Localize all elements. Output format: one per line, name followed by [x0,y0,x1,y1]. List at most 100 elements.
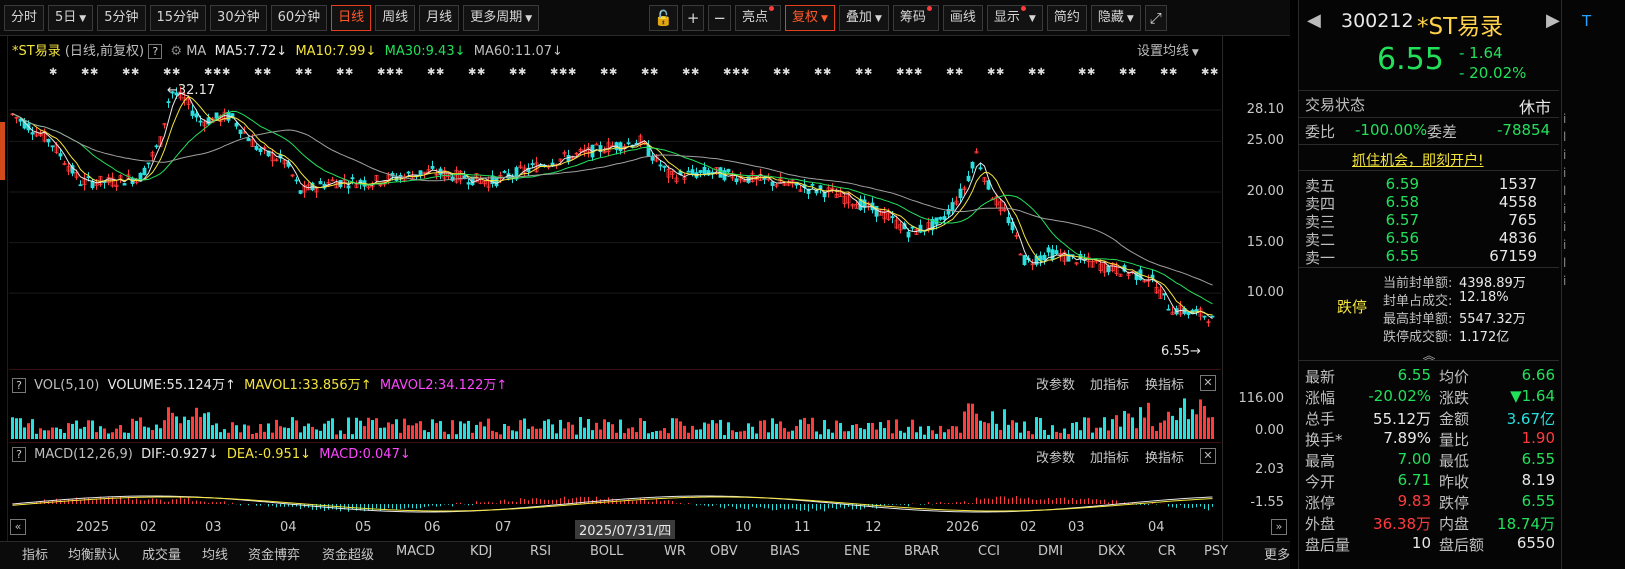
indicator-tab[interactable]: BIAS [770,544,800,559]
limit-info-label: 跌停成交额: [1383,330,1453,345]
indicator-tab[interactable]: 均线 [202,544,228,563]
ask-price[interactable]: 6.56 [1359,229,1419,247]
macd-help-button[interactable]: ? [12,447,26,462]
period-tab-left_tabs-3[interactable]: 15分钟 [149,4,207,31]
scroll-right-icon[interactable]: » [1271,519,1287,535]
candle-body [690,169,695,175]
period-tab-right_tabs-5[interactable]: 显示 ▼ [986,4,1043,31]
indicator-tab[interactable]: 更多 [1264,544,1290,563]
event-marker: ✱ [609,67,617,78]
indicator-tab[interactable]: 指标 [22,544,48,563]
period-tab-right_tabs-1[interactable]: 复权 ▼ [784,4,835,31]
indicator-tab[interactable]: CR [1158,544,1176,559]
volume-bar [1079,430,1082,439]
indicator-tab[interactable]: DKX [1098,544,1125,559]
indicator-tab[interactable]: 成交量 [142,544,181,563]
vol-close-icon[interactable]: ✕ [1200,375,1216,391]
volume-bar [523,418,526,439]
weicha-label: 委差 [1427,123,1458,141]
period-tab-right_tabs-4[interactable]: 画线 [942,4,983,31]
indicator-tab[interactable]: 资金超级 [322,544,374,563]
period-tab-left_tabs-4[interactable]: 30分钟 [210,4,267,31]
volume-bar [299,432,302,439]
ask-price[interactable]: 6.57 [1359,211,1419,229]
volume-bar [551,424,554,439]
side-tab[interactable]: iliiliiili [1563,110,1571,320]
indicator-tab[interactable]: CCI [978,544,1000,559]
vol-switch-indicator-button[interactable]: 换指标 [1145,374,1184,393]
volume-bar [819,434,822,439]
prev-stock-icon[interactable]: ◀ [1307,10,1321,31]
volume-bar [1059,432,1062,439]
indicator-tab[interactable]: OBV [710,544,738,559]
ask-price[interactable]: 6.55 [1359,247,1419,265]
open-account-link[interactable]: 抓住机会，即刻开户! [1352,150,1484,170]
volume-bar [203,413,206,439]
indicator-tab[interactable]: 均衡默认 [68,544,120,563]
lock-icon[interactable]: 🔓 [649,4,678,31]
candle-body [254,145,259,150]
period-tab-left_tabs-8[interactable]: 月线 [419,4,460,31]
stat-label: 涨停 [1305,494,1336,512]
scroll-left-icon[interactable]: « [10,519,26,535]
vol-help-button[interactable]: ? [12,378,26,393]
period-tab-right_tabs-6[interactable]: 简约 [1046,4,1087,31]
volume-bar [571,424,574,439]
period-tab-left_tabs-0[interactable]: 分时 [4,4,45,31]
fullscreen-icon[interactable]: ⤢ [1144,4,1167,31]
volume-bar [811,417,814,439]
macd-close-icon[interactable]: ✕ [1200,448,1216,464]
volume-bar [951,426,954,439]
period-tab-left_tabs-6[interactable]: 日线 [331,4,372,31]
event-marker: ✱ [550,67,558,78]
candle-body [1022,255,1027,266]
event-marker: ✱ [49,67,57,78]
period-tab-right_tabs-7[interactable]: 隐藏 ▼ [1090,4,1141,31]
volume-bar [627,428,630,439]
indicator-tab[interactable]: BRAR [904,544,939,559]
period-tab-left_tabs-1[interactable]: 5日 ▼ [48,4,94,31]
macd-switch-indicator-button[interactable]: 换指标 [1145,447,1184,466]
period-tab-right_tabs-0[interactable]: 亮点 [734,4,781,31]
candle-body [214,112,219,119]
stat-label: 最低 [1439,452,1470,470]
indicator-tab[interactable]: PSY [1204,544,1228,559]
indicator-tab[interactable]: 资金博弈 [248,544,300,563]
volume-bar [179,423,182,439]
event-marker: ✱ [864,67,872,78]
period-tab-right_tabs-3[interactable]: 筹码 [892,4,939,31]
vol-add-indicator-button[interactable]: 加指标 [1090,374,1129,393]
indicator-tab[interactable]: DMI [1038,544,1063,559]
period-tab-left_tabs-5[interactable]: 60分钟 [270,4,328,31]
volume-bar [1131,417,1134,439]
indicator-tab[interactable]: BOLL [590,544,623,559]
indicator-tab[interactable]: WR [664,544,686,559]
indicator-tab[interactable]: ENE [844,544,870,559]
indicator-tab[interactable]: RSI [530,544,551,559]
zoom-out-icon[interactable]: − [708,4,731,31]
period-tab-left_tabs-7[interactable]: 周线 [375,4,416,31]
indicator-tab[interactable]: KDJ [470,544,492,559]
candle-body [154,145,159,148]
volume-bar [159,428,162,439]
ask-price[interactable]: 6.58 [1359,193,1419,211]
stat-label: 涨跌 [1439,389,1470,407]
period-tab-left_tabs-9[interactable]: 更多周期 ▼ [463,4,540,31]
volume-bar [899,430,902,439]
indicator-tab[interactable]: MACD [396,544,435,559]
macd-edit-params-button[interactable]: 改参数 [1036,447,1075,466]
volume-bar [835,420,838,439]
volume-bar [247,425,250,439]
vol-edit-params-button[interactable]: 改参数 [1036,374,1075,393]
period-tab-left_tabs-2[interactable]: 5分钟 [97,4,146,31]
volume-bar [135,420,138,439]
zoom-in-icon[interactable]: + [681,4,705,31]
macd-add-indicator-button[interactable]: 加指标 [1090,447,1129,466]
period-tab-right_tabs-2[interactable]: 叠加 ▼ [838,4,889,31]
candle-body [626,142,631,145]
t-badge[interactable]: T [1582,12,1591,30]
collapse-icon[interactable]: ︽ [1299,345,1559,364]
candle-body [1202,315,1207,318]
next-stock-icon[interactable]: ▶ [1546,10,1560,31]
ask-price[interactable]: 6.59 [1359,175,1419,193]
